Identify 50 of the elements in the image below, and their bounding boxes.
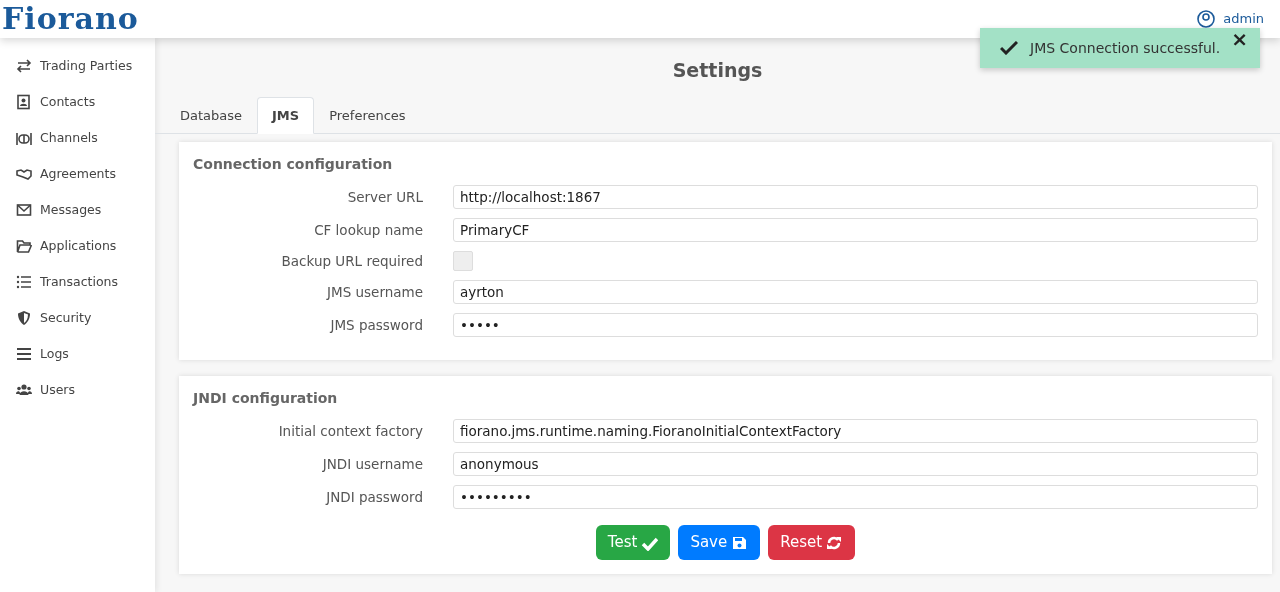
input-field[interactable]: PrimaryCF <box>453 218 1258 242</box>
check-icon <box>1000 41 1018 55</box>
close-button[interactable]: × <box>1231 29 1248 49</box>
field-label: Server URL <box>346 187 424 207</box>
tab[interactable]: Database <box>165 96 258 134</box>
reset-button[interactable]: Reset <box>768 525 856 560</box>
toast-message: JMS Connection successful. <box>1030 38 1221 58</box>
field-label: Backup URL required <box>280 252 424 271</box>
shield-icon <box>16 310 32 326</box>
section-title: JNDI configuration <box>193 389 339 409</box>
field-label: Initial context factory <box>277 422 424 442</box>
input-field[interactable]: anonymous <box>453 452 1258 477</box>
sidebar-item[interactable]: Agreements <box>0 156 155 192</box>
field-label: JMS username <box>325 283 424 303</box>
sidebar-item[interactable]: Logs <box>0 336 155 372</box>
field-label: JMS password <box>328 316 424 336</box>
field-label: CF lookup name <box>313 220 424 240</box>
input-field[interactable]: ayrton <box>453 280 1258 305</box>
field-label: JNDI password <box>324 488 424 508</box>
sidebar-item[interactable]: Security <box>0 300 155 336</box>
input-field[interactable]: ••••••••• <box>453 485 1258 510</box>
users-icon <box>16 382 32 398</box>
refresh-icon <box>826 534 844 551</box>
sidebar-item[interactable]: Messages <box>0 192 155 228</box>
checkbox[interactable] <box>453 251 473 272</box>
save-button[interactable]: Save <box>678 525 761 560</box>
channel-icon <box>16 130 32 146</box>
envelope-icon <box>16 202 32 218</box>
input-field[interactable]: ••••• <box>453 313 1258 338</box>
arrows-icon <box>16 58 32 74</box>
sidebar-item[interactable]: Trading Parties <box>0 48 155 84</box>
sidebar-item[interactable]: Applications <box>0 228 155 264</box>
tab[interactable]: Preferences <box>314 96 421 134</box>
contact-card-icon <box>16 94 32 110</box>
list-icon <box>16 274 32 290</box>
sidebar-item[interactable]: Users <box>0 372 155 408</box>
logo: Fiorano <box>1 0 139 38</box>
sidebar-item[interactable]: Channels <box>0 120 155 156</box>
input-field[interactable]: fiorano.jms.runtime.naming.FioranoInitialContextFactory <box>453 419 1258 444</box>
menu-icon <box>16 346 32 362</box>
username[interactable]: admin <box>1223 9 1264 29</box>
sidebar-item[interactable]: Transactions <box>0 264 155 300</box>
field-label: JNDI username <box>321 455 424 475</box>
section-title: Connection configuration <box>193 155 394 174</box>
folder-icon <box>16 238 32 254</box>
user-icon <box>1197 10 1216 28</box>
sidebar-item[interactable]: Contacts <box>0 84 155 120</box>
tab[interactable]: JMS <box>257 96 315 134</box>
page-title: Settings <box>671 58 764 83</box>
input-field[interactable]: http://localhost:1867 <box>453 185 1258 209</box>
